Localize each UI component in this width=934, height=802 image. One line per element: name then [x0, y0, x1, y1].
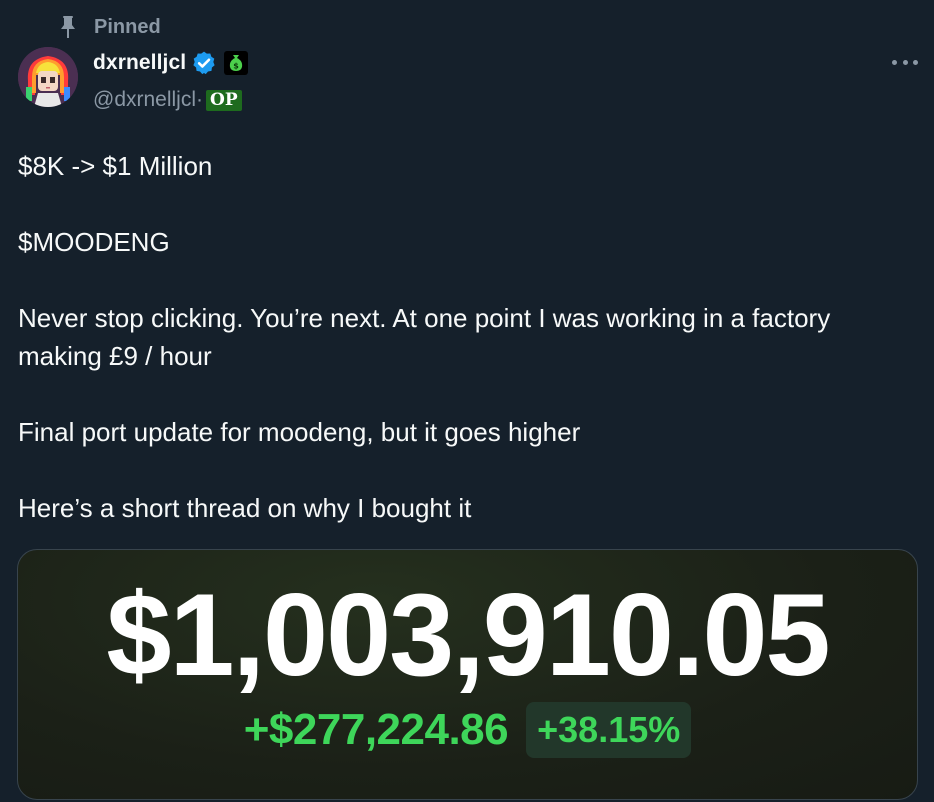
- tweet-media-image[interactable]: $1,003,910.05 +$277,224.86 +38.15%: [17, 549, 918, 800]
- more-options-icon[interactable]: [892, 52, 918, 72]
- tweet-paragraph: $8K -> $1 Million: [18, 151, 213, 181]
- author-display-name[interactable]: dxrnelljcl: [93, 51, 186, 75]
- avatar[interactable]: [18, 47, 78, 107]
- tweet-paragraph: Final port update for moodeng, but it go…: [18, 417, 581, 447]
- op-badge: OP: [206, 89, 242, 111]
- more-dot: [902, 59, 908, 65]
- tweet-paragraph: $MOODENG: [18, 227, 170, 257]
- verified-badge-icon[interactable]: [191, 50, 217, 76]
- author-handle-row: @dxrnelljcl · OP: [93, 86, 242, 114]
- tweet-paragraph: Here’s a short thread on why I bought it: [18, 493, 472, 523]
- more-dot: [892, 59, 897, 65]
- handle-separator: ·: [196, 88, 204, 111]
- portfolio-change-percent: +38.15%: [526, 702, 692, 758]
- portfolio-change-amount: +$277,224.86: [243, 705, 509, 754]
- more-dot: [913, 59, 918, 65]
- author-handle[interactable]: @dxrnelljcl: [93, 88, 196, 112]
- author-name-row[interactable]: dxrnelljcl $: [93, 48, 249, 78]
- pin-icon: [58, 15, 78, 39]
- svg-text:$: $: [233, 62, 239, 71]
- tweet-paragraph: Never stop clicking. You’re next. At one…: [18, 303, 831, 371]
- tweet-text: $8K -> $1 Million $MOODENG Never stop cl…: [18, 147, 908, 565]
- portfolio-value: $1,003,910.05: [106, 569, 830, 700]
- pinned-indicator: Pinned: [58, 14, 161, 40]
- money-bag-icon: $: [224, 51, 249, 75]
- pinned-label: Pinned: [94, 15, 161, 38]
- portfolio-change-row: +$277,224.86 +38.15%: [18, 702, 917, 758]
